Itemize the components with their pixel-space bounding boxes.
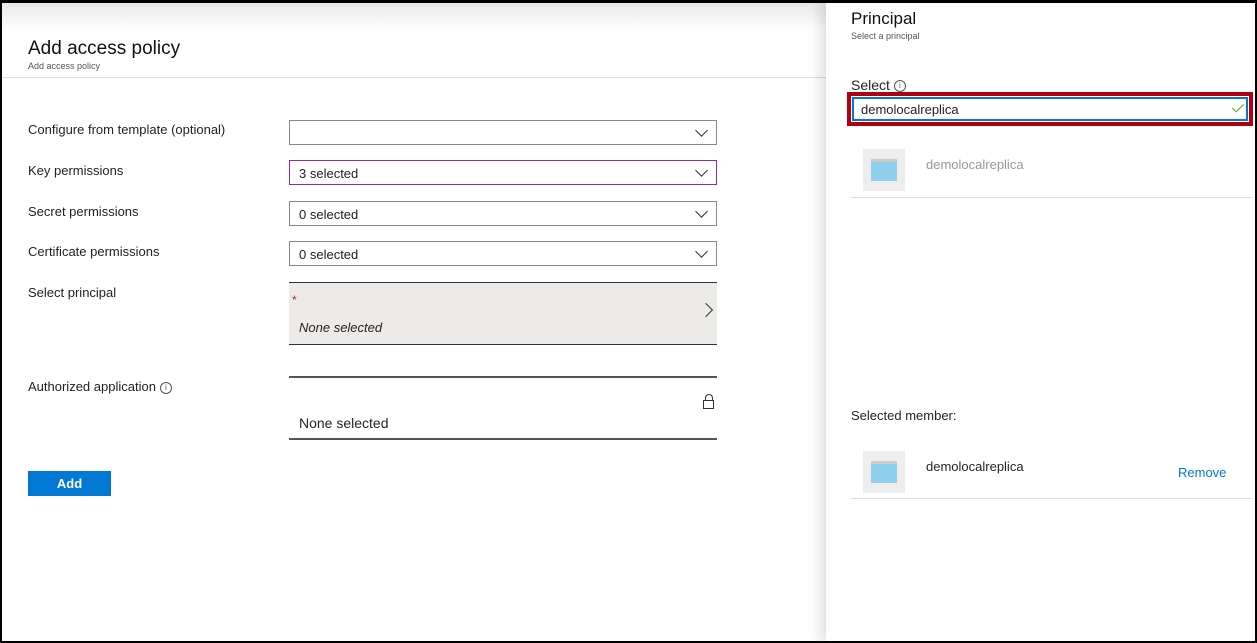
authorized-application-value: None selected <box>299 415 389 431</box>
authorized-application-label: Authorized application i <box>28 379 172 394</box>
chevron-right-icon <box>698 302 714 318</box>
chevron-down-icon <box>695 124 708 137</box>
principal-panel: Principal Select a principal Select i dem… <box>826 0 1257 643</box>
template-label: Configure from template (optional) <box>28 122 226 137</box>
principal-search-input[interactable] <box>852 97 1248 121</box>
add-button[interactable]: Add <box>28 471 111 496</box>
chevron-down-icon <box>695 245 708 258</box>
key-permissions-label: Key permissions <box>28 163 124 178</box>
principal-value: None selected <box>299 320 383 335</box>
select-principal-picker[interactable]: * None selected <box>289 282 717 345</box>
authorized-application-field: None selected <box>289 376 717 440</box>
search-result-item[interactable]: demolocalreplica <box>926 157 1024 172</box>
highlight-box <box>847 92 1253 126</box>
chevron-down-icon <box>695 205 708 218</box>
authorized-application-text: Authorized application <box>28 379 156 394</box>
info-icon[interactable]: i <box>893 80 906 93</box>
selected-member-name: demolocalreplica <box>926 459 1024 474</box>
secret-permissions-label: Secret permissions <box>28 204 139 219</box>
divider <box>851 197 1253 198</box>
lock-icon <box>703 394 714 409</box>
certificate-permissions-label: Certificate permissions <box>28 244 160 259</box>
key-permissions-dropdown[interactable]: 3 selected <box>289 160 717 185</box>
select-label-text: Select <box>851 77 890 93</box>
chevron-down-icon <box>695 164 708 177</box>
panel-title: Principal <box>851 9 917 28</box>
select-label: Select i <box>851 77 906 93</box>
select-principal-label: Select principal <box>28 285 117 300</box>
panel-subtitle: Select a principal <box>851 31 920 41</box>
remove-link[interactable]: Remove <box>1178 465 1226 480</box>
info-icon[interactable]: i <box>159 381 172 394</box>
divider <box>0 77 826 78</box>
divider <box>851 498 1253 499</box>
certificate-permissions-value: 0 selected <box>299 247 359 262</box>
key-permissions-value: 3 selected <box>299 166 359 181</box>
template-dropdown[interactable] <box>289 120 717 145</box>
secret-permissions-value: 0 selected <box>299 207 359 222</box>
add-access-policy-blade: Add access policy Add access policy Conf… <box>0 0 826 643</box>
selected-member-label: Selected member: <box>851 408 957 423</box>
required-marker: * <box>292 293 297 307</box>
page-subtitle: Add access policy <box>28 61 101 71</box>
app-icon <box>863 451 905 493</box>
page-title: Add access policy <box>28 38 181 59</box>
certificate-permissions-dropdown[interactable]: 0 selected <box>289 241 717 266</box>
secret-permissions-dropdown[interactable]: 0 selected <box>289 201 717 226</box>
app-icon <box>863 149 905 191</box>
